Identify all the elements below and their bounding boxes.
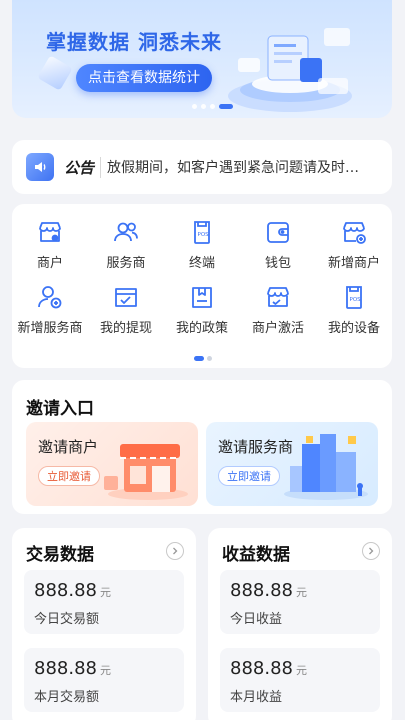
stat-value: 888.88 元 [230,580,307,601]
banner[interactable]: 掌握数据 洞悉未来 点击查看数据统计 [12,0,392,118]
banner-title: 掌握数据 洞悉未来 [46,30,222,54]
function-menu: 商户 服务商 POS 终端 钱包 新增商户 新增服务商 我的提现 我的政策 商户… [12,204,392,368]
invite-merchant-card[interactable]: 邀请商户 立即邀请 [26,422,198,506]
menu-dot[interactable] [207,356,212,361]
stat-unit: 元 [99,586,111,599]
stat-value: 888.88 元 [34,580,111,601]
wallet-icon [267,222,289,243]
menu-label: 服务商 [106,256,146,271]
month-trade-label: 本月交易额 [34,690,100,705]
invite-merchant-title: 邀请商户 [38,438,99,456]
menu-label: 钱包 [264,256,291,271]
menu-item-withdraw[interactable]: 我的提现 [88,283,164,336]
notice-bar[interactable]: 公告 放假期间，如客户遇到紧急问题请及时… [12,140,392,194]
view-stats-button[interactable]: 点击查看数据统计 [76,64,212,92]
speaker-icon [26,153,54,181]
menu-item-add-shop[interactable]: 新增商户 [316,218,392,271]
stat-unit: 元 [99,664,111,677]
invite-provider-card[interactable]: 邀请服务商 立即邀请 [206,422,378,506]
invite-title: 邀请入口 [26,399,94,419]
menu-label: 终端 [188,256,215,271]
menu-item-add-provider[interactable]: 新增服务商 [12,283,88,336]
city-buildings-illustration [284,434,368,500]
trade-data-title: 交易数据 [26,545,94,565]
income-data-card: 收益数据 888.88 元 今日收益 888.88 元 本月收益 [208,528,392,720]
storefront-illustration [104,444,188,500]
income-data-title: 收益数据 [222,545,290,565]
cube-decoration [37,55,73,91]
shop-activate-icon [267,287,289,307]
today-trade-label: 今日交易额 [34,612,100,627]
banner-dot-active[interactable] [219,104,233,109]
banner-dot[interactable] [192,104,197,109]
chevron-right-icon [369,547,374,555]
stat-value: 888.88 元 [230,658,307,679]
month-income-stat[interactable]: 888.88 元 本月收益 [220,648,380,712]
menu-label: 我的提现 [99,321,152,336]
menu-pagination [194,356,212,361]
add-shop-icon [343,222,366,244]
shop-icon [39,222,61,242]
svg-text:POS: POS [198,232,210,238]
data-platform-illustration [228,28,352,112]
banner-dot[interactable] [201,104,206,109]
invite-provider-button[interactable]: 立即邀请 [218,466,280,486]
trade-data-card: 交易数据 888.88 元 今日交易额 888.88 元 本月交易额 [12,528,196,720]
menu-label: 商户激活 [251,321,304,336]
chevron-right-icon [173,547,178,555]
device-icon: POS [346,286,362,309]
trade-more-button[interactable] [166,542,184,560]
menu-item-activate[interactable]: 商户激活 [240,283,316,336]
menu-item-provider[interactable]: 服务商 [88,218,164,271]
menu-dot-active[interactable] [194,356,204,361]
menu-item-shop[interactable]: 商户 [12,218,88,271]
banner-dot[interactable] [210,104,215,109]
menu-label: 我的政策 [175,321,228,336]
stat-unit: 元 [295,664,307,677]
stat-value: 888.88 元 [34,658,111,679]
pos-terminal-icon: POS [194,221,210,244]
today-trade-stat[interactable]: 888.88 元 今日交易额 [24,570,184,634]
today-income-value: 888.88 [230,580,293,601]
add-user-icon [38,286,62,309]
notice-tag: 公告 [64,156,102,178]
menu-item-policy[interactable]: 我的政策 [164,283,240,336]
notice-text[interactable]: 放假期间，如客户遇到紧急问题请及时… [107,157,365,177]
menu-label: 新增商户 [327,256,380,271]
invite-section: 邀请入口 邀请商户 立即邀请 邀请服务商 立即邀请 [12,380,392,514]
stat-unit: 元 [295,586,307,599]
banner-pagination [192,104,233,109]
month-income-label: 本月收益 [230,690,283,705]
menu-label: 新增服务商 [17,321,83,336]
policy-book-icon [192,287,212,308]
users-icon [114,222,138,242]
svg-text:POS: POS [350,297,362,303]
menu-item-device[interactable]: POS 我的设备 [316,283,392,336]
menu-item-terminal[interactable]: POS 终端 [164,218,240,271]
month-income-value: 888.88 [230,658,293,679]
menu-label: 商户 [36,256,63,271]
today-income-label: 今日收益 [230,612,283,627]
invite-merchant-button[interactable]: 立即邀请 [38,466,100,486]
menu-label: 我的设备 [327,321,380,336]
withdraw-icon [115,288,137,307]
menu-item-wallet[interactable]: 钱包 [240,218,316,271]
today-income-stat[interactable]: 888.88 元 今日收益 [220,570,380,634]
today-trade-value: 888.88 [34,580,97,601]
month-trade-stat[interactable]: 888.88 元 本月交易额 [24,648,184,712]
income-more-button[interactable] [362,542,380,560]
month-trade-value: 888.88 [34,658,97,679]
